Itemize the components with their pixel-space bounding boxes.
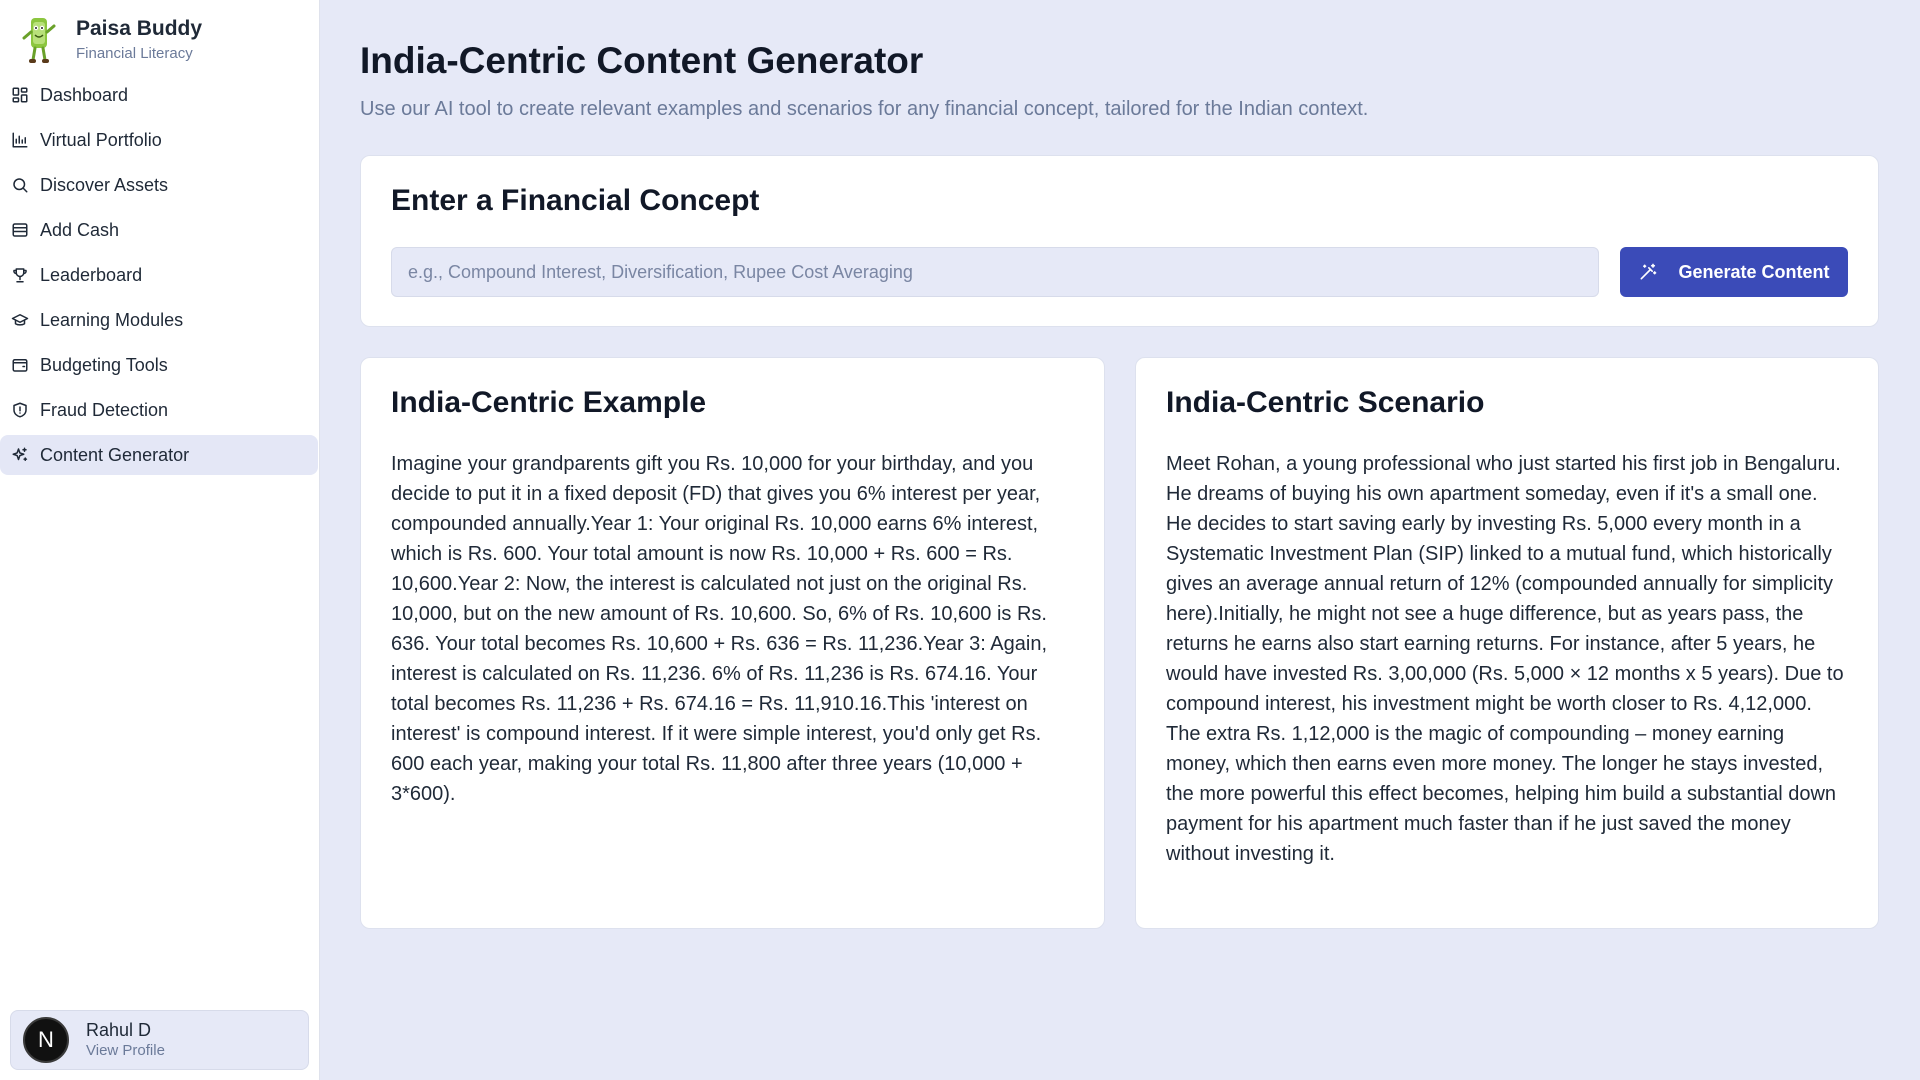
sidebar-item-label: Leaderboard	[40, 264, 143, 285]
profile-name: Rahul D	[86, 1020, 152, 1040]
sidebar-item-label: Budgeting Tools	[40, 354, 168, 375]
sidebar-item-label: Add Cash	[40, 219, 120, 240]
generate-content-button[interactable]: Generate Content	[1620, 247, 1848, 297]
concept-input[interactable]	[391, 247, 1599, 297]
page-title: India-Centric Content Generator	[360, 40, 924, 81]
sidebar-item-learning-modules[interactable]: Learning Modules	[0, 300, 318, 340]
trophy-icon	[10, 265, 30, 285]
magic-wand-icon	[1640, 263, 1657, 280]
search-icon	[10, 175, 30, 195]
scenario-text: Meet Rohan, a young professional who jus…	[1166, 453, 1844, 865]
sidebar-item-label: Dashboard	[40, 84, 129, 105]
sidebar: Paisa Buddy Financial Literacy Dashboard…	[0, 0, 320, 1080]
sidebar-item-label: Content Generator	[40, 444, 190, 465]
dashboard-icon	[10, 85, 30, 105]
concept-card: Enter a Financial Concept Generate Conte…	[360, 155, 1879, 327]
page-subtitle: Use our AI tool to create relevant examp…	[360, 98, 1369, 120]
sidebar-item-label: Fraud Detection	[40, 399, 169, 420]
sidebar-item-budgeting-tools[interactable]: Budgeting Tools	[0, 345, 318, 385]
sidebar-item-discover-assets[interactable]: Discover Assets	[0, 165, 318, 205]
profile-card[interactable]: N Rahul D View Profile	[10, 1010, 309, 1070]
example-card-title: India-Centric Example	[391, 386, 707, 419]
scenario-card: India-Centric Scenario Meet Rohan, a you…	[1135, 357, 1879, 929]
mascot-logo-icon	[22, 18, 56, 63]
shield-icon	[10, 400, 30, 420]
wallet-card-icon	[10, 355, 30, 375]
wallet-icon	[10, 220, 30, 240]
example-card: India-Centric Example Imagine your grand…	[360, 357, 1105, 929]
example-text: Imagine your grandparents gift you Rs. 1…	[391, 453, 1048, 805]
sidebar-item-label: Discover Assets	[40, 174, 169, 195]
view-profile-link[interactable]: View Profile	[86, 1041, 165, 1061]
sidebar-item-virtual-portfolio[interactable]: Virtual Portfolio	[0, 120, 318, 160]
sidebar-item-add-cash[interactable]: Add Cash	[0, 210, 318, 250]
sparkles-icon	[10, 445, 30, 465]
sidebar-item-dashboard[interactable]: Dashboard	[0, 75, 318, 115]
graduation-cap-icon	[10, 310, 30, 330]
sidebar-item-label: Virtual Portfolio	[40, 129, 162, 150]
sidebar-item-content-generator[interactable]: Content Generator	[0, 435, 318, 475]
brand-title: Paisa Buddy	[76, 17, 203, 40]
brand-subtitle: Financial Literacy	[76, 45, 193, 62]
generate-content-label: Generate Content	[1678, 261, 1830, 282]
concept-card-title: Enter a Financial Concept	[391, 184, 760, 217]
scenario-card-title: India-Centric Scenario	[1166, 386, 1485, 419]
chart-icon	[10, 130, 30, 150]
sidebar-item-leaderboard[interactable]: Leaderboard	[0, 255, 318, 295]
sidebar-item-label: Learning Modules	[40, 309, 184, 330]
brand[interactable]: Paisa Buddy Financial Literacy	[20, 14, 202, 66]
avatar: N	[23, 1017, 69, 1063]
sidebar-nav: Dashboard Virtual Portfolio Discover Ass…	[0, 75, 320, 480]
sidebar-item-fraud-detection[interactable]: Fraud Detection	[0, 390, 318, 430]
